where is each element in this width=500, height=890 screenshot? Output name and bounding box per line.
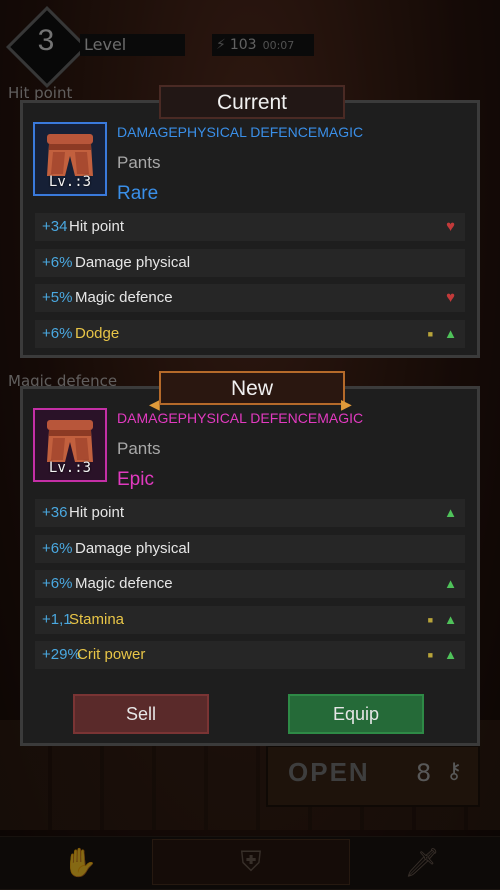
stat-name: Hit point: [69, 504, 125, 521]
chevron-up-icon: ▲: [444, 647, 457, 662]
square-icon: ■: [427, 328, 433, 339]
stat-value: +6%: [42, 575, 73, 592]
stat-row: +36 Hit point ▲: [35, 499, 465, 527]
stat-row: +29% Crit power ■ ▲: [35, 641, 465, 669]
stat-value: +5%: [42, 289, 73, 306]
current-title: Current: [159, 85, 345, 119]
heart-icon: ♥: [446, 289, 455, 306]
chevron-up-icon: ▲: [444, 611, 457, 627]
current-item-name: Pants: [117, 153, 161, 172]
new-title: New: [159, 371, 345, 405]
current-item-rarity: Rare: [117, 183, 159, 204]
stat-row: +6% Damage physical: [35, 248, 465, 277]
pants-icon: [47, 420, 93, 462]
current-stats-list: +34 Hit point ♥ +6% Damage physical +5% …: [35, 213, 465, 355]
heart-icon: ♥: [446, 218, 455, 235]
stat-value: +6%: [42, 324, 73, 342]
chevron-up-icon: ▲: [444, 576, 457, 591]
stat-row: +6% Magic defence ▲: [35, 570, 465, 598]
new-item-panel: ◀ New ▶ Lv.:3 DAMAGEPHYSICAL DEFENCEMAGI…: [20, 371, 480, 746]
stat-name: Crit power: [77, 646, 146, 663]
square-icon: ■: [427, 650, 433, 660]
stat-row: +6% Damage physical: [35, 534, 465, 563]
chevron-up-icon: ▲: [444, 325, 457, 341]
new-item-icon: Lv.:3: [33, 408, 107, 482]
stat-name: Damage physical: [75, 253, 191, 271]
square-icon: ■: [427, 614, 433, 625]
chevron-up-icon: ▲: [444, 505, 457, 520]
current-item-level: Lv.:3: [48, 174, 92, 190]
stat-name: Magic defence: [75, 575, 173, 592]
stat-name: Dodge: [75, 324, 120, 342]
sell-button[interactable]: Sell: [73, 694, 209, 734]
stat-value: +34: [42, 218, 68, 235]
new-stats-list: +36 Hit point ▲ +6% Damage physical +6% …: [35, 499, 465, 677]
stat-name: Stamina: [69, 610, 125, 628]
current-item-icon: Lv.:3: [33, 122, 107, 196]
current-item-type: DAMAGEPHYSICAL DEFENCEMAGIC: [117, 124, 364, 140]
stat-value: +1,1: [42, 610, 72, 628]
stat-row: +5% Magic defence ♥: [35, 284, 465, 312]
new-item-name: Pants: [117, 439, 161, 458]
new-item-rarity: Epic: [117, 469, 154, 490]
stat-value: +6%: [42, 253, 73, 271]
new-item-type: DAMAGEPHYSICAL DEFENCEMAGIC: [117, 410, 364, 426]
stat-row: +34 Hit point ♥: [35, 213, 465, 241]
stat-value: +29%: [42, 646, 81, 663]
stat-row: +1,1 Stamina ■ ▲: [35, 605, 465, 634]
stat-name: Magic defence: [75, 289, 173, 306]
current-item-panel: Current Lv.:3 DAMAGEPHYSICAL DEFENCEMAGI…: [20, 85, 480, 358]
stat-name: Hit point: [69, 218, 125, 235]
new-item-level: Lv.:3: [48, 460, 92, 476]
equip-button[interactable]: Equip: [288, 694, 424, 734]
pants-icon: [47, 134, 93, 176]
stat-name: Damage physical: [75, 539, 191, 557]
stat-value: +6%: [42, 539, 73, 557]
stat-value: +36: [42, 504, 68, 521]
stat-row: +6% Dodge ■ ▲: [35, 319, 465, 348]
